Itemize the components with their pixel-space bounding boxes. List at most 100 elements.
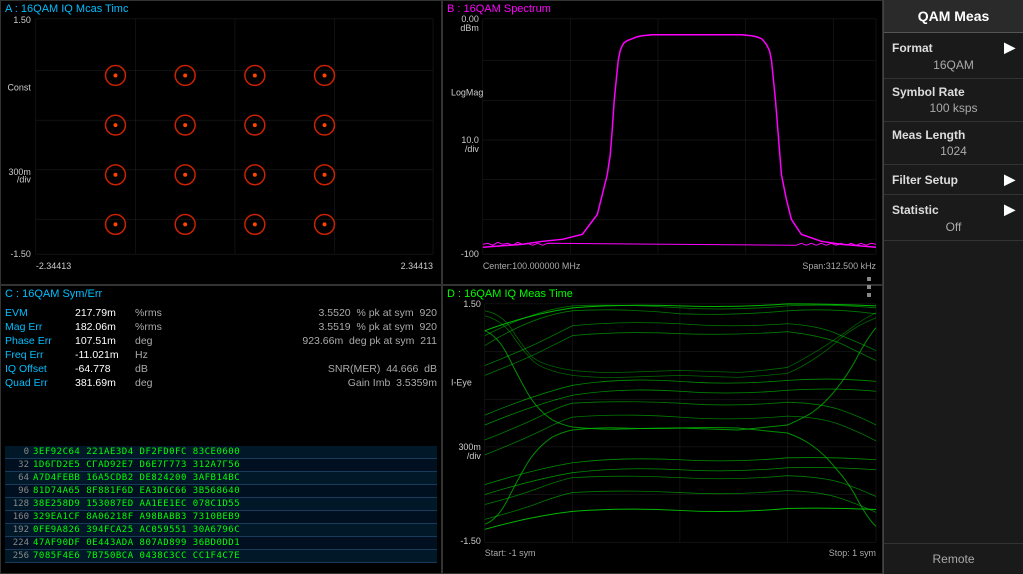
svg-text:LogMag: LogMag [451, 87, 483, 97]
meas-label-freqerr: Freq Err [5, 349, 75, 361]
meas-row-magerr: Mag Err 182.06m %rms 3.5519 % pk at sym … [5, 320, 437, 334]
panel-a: A : 16QAM IQ Mcas Timc [0, 0, 442, 285]
sidebar-item-measlength: Meas Length 1024 [884, 122, 1023, 165]
sidebar-item-format-label: Format ▶ [892, 39, 1015, 56]
sidebar-item-filtersetup[interactable]: Filter Setup ▶ [884, 165, 1023, 195]
hex-data-160: 329EA1CF 8A06218F A98BABB3 7310BEB9 [33, 512, 437, 522]
hex-data-32: 1D6ГD2E5 СГAD92E7 D6E7Г773 312A7Г56 [33, 460, 437, 470]
meas-row-quaderr: Quad Err 381.69m deg Gain Imb 3.5359m [5, 376, 437, 390]
svg-text:Const: Const [7, 82, 31, 92]
sidebar-item-symbolrate-value: 100 ksps [892, 101, 1015, 115]
sidebar-item-statistic-value: Off [892, 220, 1015, 234]
sidebar-item-measlength-label: Meas Length [892, 128, 1015, 142]
meas-unit-phaseerr: deg [135, 335, 165, 347]
meas-row-evm: EVM 217.79m %rms 3.5520 % pk at sym 920 [5, 306, 437, 320]
meas-val-phaseerr: 107.51m [75, 335, 135, 347]
hex-data-0: 3EF92C64 221AE3D4 DF2FD0FC 83CE0600 [33, 447, 437, 457]
hex-idx-192: 192 [5, 525, 33, 535]
panel-c: C : 16QAM Sym/Err EVM 217.79m %rms 3.552… [0, 285, 442, 574]
hex-row-64: 64 A7D4FEBB 16A5CDB2 DE824200 3AFB14BC [5, 472, 437, 485]
hex-row-192: 192 0FE9A826 394FCA25 AC059551 30A6796C [5, 524, 437, 537]
svg-text:-2.34413: -2.34413 [36, 261, 71, 271]
sidebar: QAM Meas Format ▶ 16QAM Symbol Rate 100 … [883, 0, 1023, 574]
svg-text:-1.50: -1.50 [10, 249, 30, 259]
hex-idx-0: 0 [5, 447, 33, 457]
sidebar-item-filtersetup-label: Filter Setup ▶ [892, 171, 1015, 188]
meas-unit-freqerr: Hz [135, 349, 165, 361]
svg-text:I-Eye: I-Eye [451, 377, 472, 387]
hex-row-128: 128 38E258D9 153087ED AA1EE1EC 078C1D55 [5, 498, 437, 511]
panel-c-title: C : 16QAM Sym/Err [5, 288, 102, 300]
meas-label-quaderr: Quad Err [5, 377, 75, 389]
meas-row-phaseerr: Phase Err 107.51m deg 923.66m deg pk at … [5, 334, 437, 348]
main-area: SIGLENT A : 16QAM IQ Mcas Timc [0, 0, 883, 574]
format-arrow: ▶ [1004, 39, 1015, 56]
hex-idx-160: 160 [5, 512, 33, 522]
meas-extra-magerr: 3.5519 % pk at sym 920 [165, 321, 437, 333]
hex-idx-96: 96 [5, 486, 33, 496]
svg-text:/div: /div [17, 175, 31, 185]
svg-text:dBm: dBm [460, 23, 478, 33]
meas-extra-phaseerr: 923.66m deg pk at sym 211 [165, 335, 437, 347]
hex-data-128: 38E258D9 153087ED AA1EE1EC 078C1D55 [33, 499, 437, 509]
hex-data-192: 0FE9A826 394FCA25 AC059551 30A6796C [33, 525, 437, 535]
sidebar-item-statistic-label: Statistic ▶ [892, 201, 1015, 218]
hex-table: 0 3EF92C64 221AE3D4 DF2FD0FC 83CE0600 32… [5, 446, 437, 569]
sidebar-item-format-value: 16QAM [892, 58, 1015, 72]
hex-idx-224: 224 [5, 538, 33, 548]
panel-b-title: B : 16QAM Spectrum [447, 3, 551, 15]
sidebar-item-format[interactable]: Format ▶ 16QAM [884, 33, 1023, 79]
meas-extra-iqoffset: SNR(MER) 44.666 dB [165, 363, 437, 375]
meas-row-iqoffset: IQ Offset -64.778 dB SNR(MER) 44.666 dB [5, 362, 437, 376]
sidebar-item-symbolrate-label: Symbol Rate [892, 85, 1015, 99]
meas-val-magerr: 182.06m [75, 321, 135, 333]
hex-row-224: 224 47AF90DF 0E443ADA 807AD899 36BD0DD1 [5, 537, 437, 550]
meas-label-evm: EVM [5, 307, 75, 319]
hex-row-160: 160 329EA1CF 8A06218F A98BABB3 7310BEB9 [5, 511, 437, 524]
svg-text:Start: -1 sym: Start: -1 sym [485, 548, 536, 558]
svg-text:Span:312.500 kHz: Span:312.500 kHz [802, 261, 876, 271]
sidebar-item-symbolrate: Symbol Rate 100 ksps [884, 79, 1023, 122]
hex-data-96: 81D74A65 8F881F6D EA3D6C66 3B568640 [33, 486, 437, 496]
hex-row-256: 256 7085F4E6 7B750BCA 0438C3CC CC1F4C7E [5, 550, 437, 563]
hex-idx-64: 64 [5, 473, 33, 483]
svg-text:Center:100.000000 MHz: Center:100.000000 MHz [483, 261, 581, 271]
meas-unit-quaderr: deg [135, 377, 165, 389]
meas-extra-quaderr: Gain Imb 3.5359m [165, 377, 437, 389]
meas-unit-magerr: %rms [135, 321, 165, 333]
bottom-row: C : 16QAM Sym/Err EVM 217.79m %rms 3.552… [0, 285, 883, 574]
hex-row-0: 0 3EF92C64 221AE3D4 DF2FD0FC 83CE0600 [5, 446, 437, 459]
top-row: A : 16QAM IQ Mcas Timc [0, 0, 883, 285]
statistic-arrow: ▶ [1004, 201, 1015, 218]
sidebar-item-statistic[interactable]: Statistic ▶ Off [884, 195, 1023, 241]
meas-unit-evm: %rms [135, 307, 165, 319]
hex-row-96: 96 81D74A65 8F881F6D EA3D6C66 3B568640 [5, 485, 437, 498]
meas-unit-iqoffset: dB [135, 363, 165, 375]
measurements-table: EVM 217.79m %rms 3.5520 % pk at sym 920 … [5, 306, 437, 390]
meas-label-iqoffset: IQ Offset [5, 363, 75, 375]
hex-row-32: 32 1D6ГD2E5 СГAD92E7 D6E7Г773 312A7Г56 [5, 459, 437, 472]
sidebar-remote: Remote [884, 543, 1023, 574]
meas-val-iqoffset: -64.778 [75, 363, 135, 375]
meas-val-quaderr: 381.69m [75, 377, 135, 389]
meas-val-freqerr: -11.021m [75, 349, 135, 361]
svg-text:-100: -100 [461, 249, 479, 259]
panel-a-title: A : 16QAM IQ Mcas Timc [5, 3, 128, 15]
meas-val-evm: 217.79m [75, 307, 135, 319]
sidebar-title: QAM Meas [884, 0, 1023, 33]
panel-b: B : 16QAM Spectrum [442, 0, 883, 285]
hex-idx-32: 32 [5, 460, 33, 470]
meas-extra-evm: 3.5520 % pk at sym 920 [165, 307, 437, 319]
svg-text:1.50: 1.50 [463, 299, 480, 309]
hex-data-256: 7085F4E6 7B750BCA 0438C3CC CC1F4C7E [33, 551, 437, 561]
svg-text:-1.50: -1.50 [460, 536, 480, 546]
hex-idx-128: 128 [5, 499, 33, 509]
panel-d: D : 16QAM IQ Meas Time [442, 285, 883, 574]
panel-d-title: D : 16QAM IQ Meas Time [447, 288, 573, 300]
sidebar-item-measlength-value: 1024 [892, 144, 1015, 158]
hex-data-64: A7D4FEBB 16A5CDB2 DE824200 3AFB14BC [33, 473, 437, 483]
filtersetup-arrow: ▶ [1004, 171, 1015, 188]
hex-data-224: 47AF90DF 0E443ADA 807AD899 36BD0DD1 [33, 538, 437, 548]
hex-idx-256: 256 [5, 551, 33, 561]
meas-label-phaseerr: Phase Err [5, 335, 75, 347]
